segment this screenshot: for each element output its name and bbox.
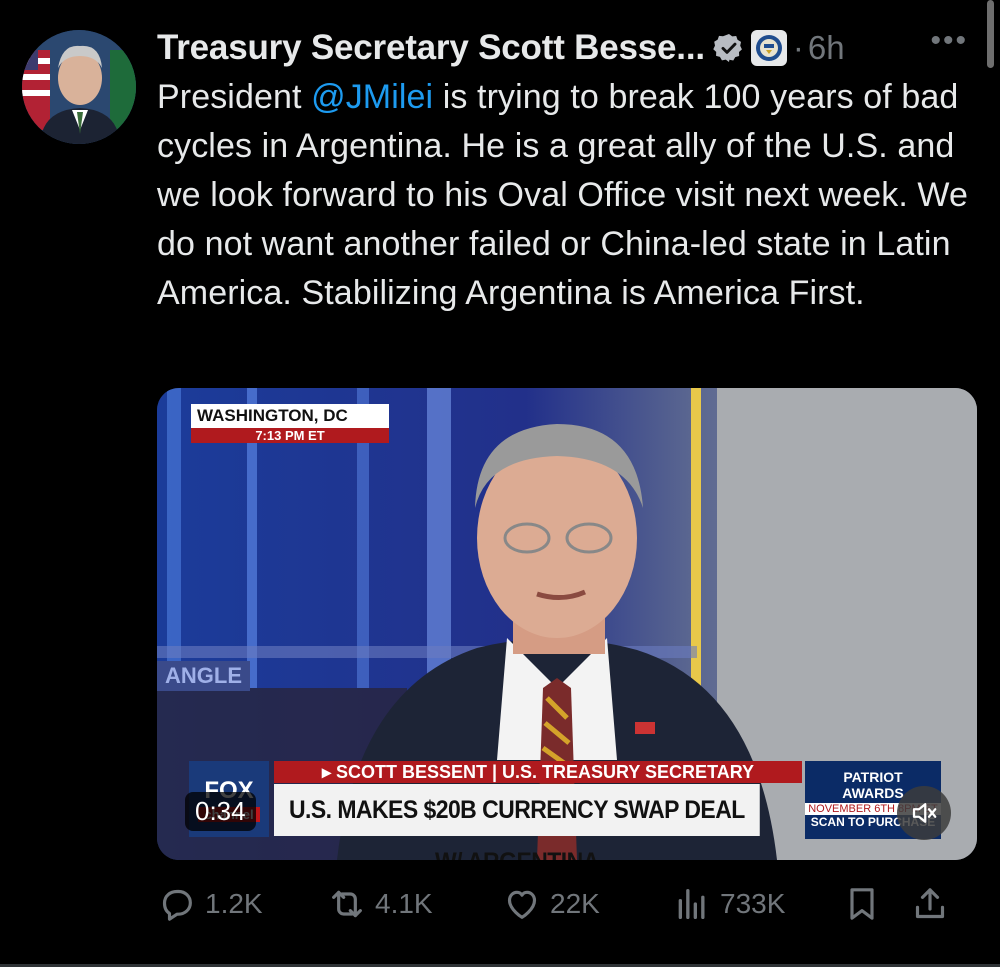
views-icon (678, 889, 705, 919)
backdrop-text: ANGLE (157, 661, 250, 691)
scrollbar[interactable] (987, 0, 994, 68)
location-box: WASHINGTON, DC 7:13 PM ET (191, 404, 389, 443)
repost-count: 4.1K (375, 888, 433, 919)
verified-badge-icon (713, 34, 742, 62)
reply-button[interactable]: 1.2K (157, 884, 327, 924)
reply-icon (162, 889, 192, 921)
mute-icon[interactable] (897, 786, 951, 840)
timestamp[interactable]: 6h (808, 29, 845, 67)
repost-icon (332, 890, 362, 918)
treasury-seal-icon[interactable] (750, 30, 787, 66)
bookmark-button[interactable] (842, 884, 910, 924)
tweet-actions: 1.2K 4.1K 22K 733K (157, 880, 977, 928)
bookmark-icon (850, 888, 874, 920)
heart-icon (507, 890, 537, 919)
tweet-text: President @JMilei is trying to break 100… (157, 73, 977, 318)
local-time-label: 7:13 PM ET (191, 428, 389, 443)
chyron-main: U.S. MAKES $20B CURRENCY SWAP DEAL W/ AR… (274, 784, 760, 860)
chyron-top: ▸ SCOTT BESSENT | U.S. TREASURY SECRETAR… (274, 761, 802, 783)
mention-link[interactable]: @JMilei (311, 78, 433, 116)
video-player[interactable]: WASHINGTON, DC 7:13 PM ET ANGLE FOX chan… (157, 388, 977, 860)
ad-line1: PATRIOT (843, 769, 903, 785)
video-duration: 0:34 (185, 792, 256, 831)
more-options-icon[interactable]: ••• (930, 24, 968, 58)
like-button[interactable]: 22K (502, 884, 672, 924)
tweet-header: Treasury Secretary Scott Besse... · 6h •… (157, 24, 980, 72)
like-count: 22K (550, 888, 600, 919)
share-icon (915, 888, 945, 919)
views-button[interactable]: 733K (672, 884, 842, 924)
separator-dot: · (792, 29, 804, 66)
author-avatar[interactable] (22, 30, 136, 144)
location-label: WASHINGTON, DC (197, 406, 348, 425)
repost-button[interactable]: 4.1K (327, 884, 502, 924)
text-prefix: President (157, 78, 312, 116)
author-name[interactable]: Treasury Secretary Scott Besse... (157, 28, 705, 68)
reply-count: 1.2K (205, 888, 263, 919)
share-button[interactable] (910, 884, 958, 924)
view-count: 733K (720, 888, 786, 919)
